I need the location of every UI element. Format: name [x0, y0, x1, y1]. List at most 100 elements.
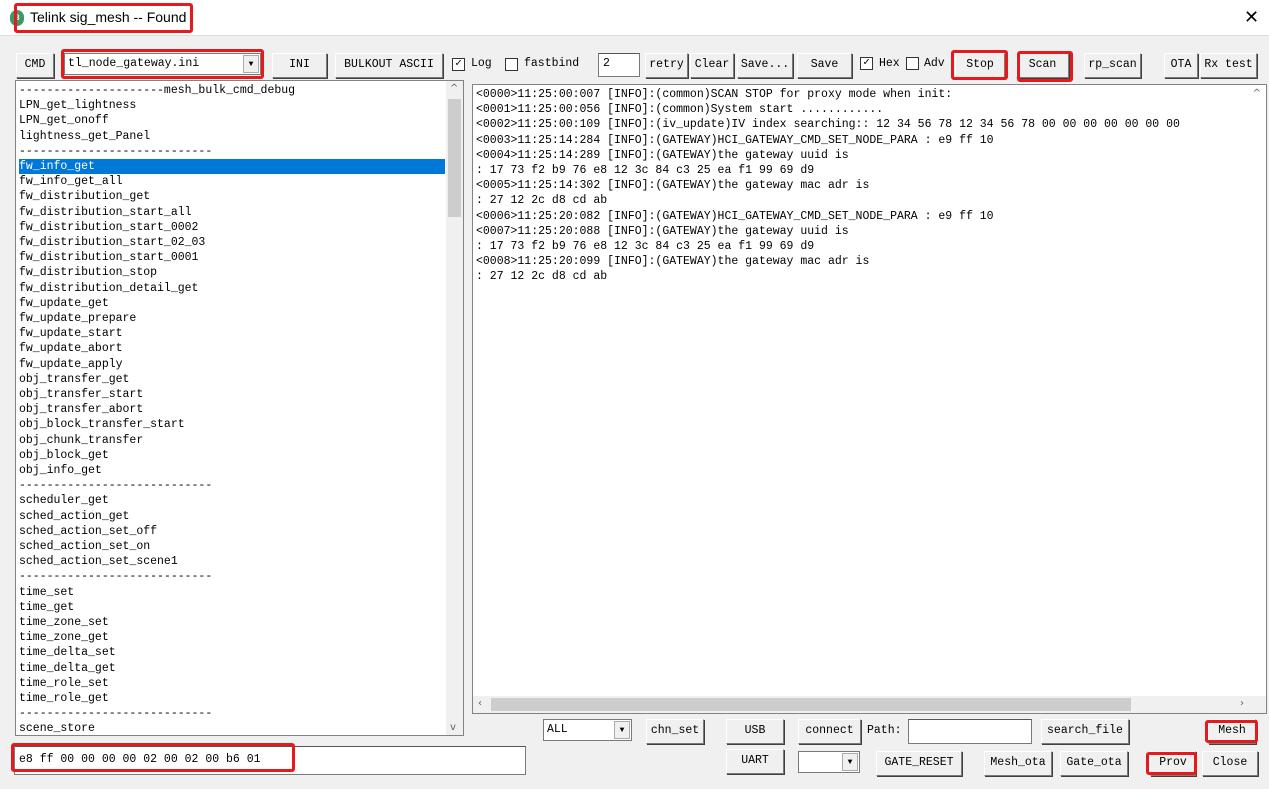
list-item[interactable]: time_delta_get: [19, 661, 445, 676]
mesh-ota-button[interactable]: Mesh_ota: [984, 751, 1052, 776]
log-line: <0004>11:25:14:289 [INFO]:(GATEWAY)the g…: [476, 148, 849, 162]
log-hscrollbar[interactable]: ‹ ›: [473, 696, 1266, 713]
mesh-button[interactable]: Mesh: [1208, 719, 1256, 744]
list-item[interactable]: fw_update_get: [19, 296, 445, 311]
log-output[interactable]: <0000>11:25:00:007 [INFO]:(common)SCAN S…: [472, 84, 1267, 714]
list-item[interactable]: ----------------------------: [19, 706, 445, 721]
list-item[interactable]: lightness_get_Panel: [19, 129, 445, 144]
cmd-button[interactable]: CMD: [16, 53, 54, 78]
list-item[interactable]: fw_distribution_start_02_03: [19, 235, 445, 250]
scroll-down-icon[interactable]: v: [450, 722, 456, 733]
log-checkbox[interactable]: ✓: [452, 58, 465, 71]
list-item[interactable]: fw_update_prepare: [19, 311, 445, 326]
prov-button[interactable]: Prov: [1150, 751, 1196, 776]
list-item[interactable]: sched_action_set_scene1: [19, 554, 445, 569]
rx-test-button[interactable]: Rx test: [1200, 53, 1257, 78]
list-item[interactable]: obj_transfer_start: [19, 387, 445, 402]
list-item[interactable]: fw_distribution_start_0001: [19, 250, 445, 265]
ota-button[interactable]: OTA: [1164, 53, 1198, 78]
list-item[interactable]: LPN_get_onoff: [19, 113, 445, 128]
ini-file-select[interactable]: tl_node_gateway.ini ▼: [64, 53, 261, 75]
bulkout-ascii-button[interactable]: BULKOUT ASCII: [335, 53, 443, 78]
command-input[interactable]: e8 ff 00 00 00 00 02 00 02 00 b6 01: [14, 746, 526, 775]
log-scroll-thumb[interactable]: [491, 698, 1131, 711]
path-input[interactable]: [908, 719, 1032, 744]
list-item[interactable]: obj_transfer_get: [19, 372, 445, 387]
retry-count-input[interactable]: 2: [598, 53, 640, 77]
app-icon: ʙ: [10, 10, 24, 26]
log-label: Log: [471, 57, 492, 70]
scroll-up-icon[interactable]: ^: [1253, 88, 1261, 99]
list-item[interactable]: time_role_set: [19, 676, 445, 691]
chevron-down-icon[interactable]: ▼: [243, 55, 259, 73]
save-button[interactable]: Save: [797, 53, 852, 78]
list-item[interactable]: fw_update_start: [19, 326, 445, 341]
list-item[interactable]: fw_distribution_start_0002: [19, 220, 445, 235]
retry-button[interactable]: retry: [645, 53, 688, 78]
chevron-down-icon[interactable]: ▼: [614, 721, 630, 739]
list-scroll-thumb[interactable]: [448, 99, 461, 217]
close-button[interactable]: Close: [1202, 751, 1258, 776]
list-item[interactable]: fw_update_apply: [19, 357, 445, 372]
list-item[interactable]: sched_action_set_on: [19, 539, 445, 554]
list-item[interactable]: fw_info_get_all: [19, 174, 445, 189]
list-item[interactable]: time_delta_set: [19, 645, 445, 660]
close-icon[interactable]: ✕: [1244, 7, 1259, 28]
list-item[interactable]: fw_distribution_start_all: [19, 205, 445, 220]
list-item[interactable]: fw_distribution_detail_get: [19, 281, 445, 296]
list-item[interactable]: obj_chunk_transfer: [19, 433, 445, 448]
scroll-right-icon[interactable]: ›: [1240, 698, 1244, 709]
list-item[interactable]: fw_update_abort: [19, 341, 445, 356]
ini-button[interactable]: INI: [272, 53, 327, 78]
uart-button[interactable]: UART: [726, 749, 784, 774]
usb-button[interactable]: USB: [726, 719, 784, 744]
list-item[interactable]: obj_block_get: [19, 448, 445, 463]
list-item[interactable]: obj_block_transfer_start: [19, 417, 445, 432]
list-item[interactable]: fw_info_get: [19, 159, 445, 174]
save-as-button[interactable]: Save...: [737, 53, 793, 78]
list-item[interactable]: sched_action_set_off: [19, 524, 445, 539]
chevron-down-icon[interactable]: ▼: [842, 753, 858, 771]
adv-checkbox[interactable]: [906, 57, 919, 70]
adv-label: Adv: [924, 57, 945, 70]
list-item[interactable]: obj_transfer_abort: [19, 402, 445, 417]
search-file-button[interactable]: search_file: [1041, 719, 1129, 744]
rp-scan-button[interactable]: rp_scan: [1084, 53, 1141, 78]
list-item[interactable]: ----------------------------: [19, 569, 445, 584]
list-item[interactable]: time_zone_get: [19, 630, 445, 645]
list-scrollbar[interactable]: ^ v: [446, 81, 463, 735]
port-select[interactable]: ▼: [798, 751, 860, 773]
list-item[interactable]: time_set: [19, 585, 445, 600]
list-item[interactable]: fw_distribution_stop: [19, 265, 445, 280]
list-item[interactable]: time_role_get: [19, 691, 445, 706]
command-list[interactable]: ---------------------mesh_bulk_cmd_debug…: [15, 80, 464, 736]
gate-reset-button[interactable]: GATE_RESET: [876, 751, 962, 776]
connect-button[interactable]: connect: [798, 719, 861, 744]
gate-ota-button[interactable]: Gate_ota: [1060, 751, 1128, 776]
list-item[interactable]: ----------------------------: [19, 144, 445, 159]
log-line: <0008>11:25:20:099 [INFO]:(GATEWAY)the g…: [476, 255, 870, 269]
list-item[interactable]: obj_info_get: [19, 463, 445, 478]
channel-select[interactable]: ALL ▼: [543, 719, 632, 741]
log-line: : 17 73 f2 b9 76 e8 12 3c 84 c3 25 ea f1…: [476, 164, 815, 177]
list-item[interactable]: LPN_get_lightness: [19, 98, 445, 113]
fastbind-checkbox[interactable]: [505, 58, 518, 71]
scroll-left-icon[interactable]: ‹: [478, 698, 482, 709]
list-item[interactable]: time_get: [19, 600, 445, 615]
hex-checkbox[interactable]: ✓: [860, 57, 873, 70]
list-item[interactable]: scene_store: [19, 721, 445, 736]
list-item[interactable]: time_zone_set: [19, 615, 445, 630]
list-item[interactable]: fw_distribution_get: [19, 189, 445, 204]
list-item[interactable]: sched_action_get: [19, 509, 445, 524]
scan-button[interactable]: Scan: [1016, 53, 1069, 78]
list-item[interactable]: ---------------------mesh_bulk_cmd_debug: [19, 83, 445, 98]
list-item[interactable]: scheduler_get: [19, 493, 445, 508]
stop-button[interactable]: Stop: [955, 53, 1005, 78]
clear-button[interactable]: Clear: [690, 53, 734, 78]
log-line: <0001>11:25:00:056 [INFO]:(common)System…: [476, 103, 884, 117]
log-line: <0006>11:25:20:082 [INFO]:(GATEWAY)HCI_G…: [476, 209, 994, 223]
list-item[interactable]: ----------------------------: [19, 478, 445, 493]
log-line: : 17 73 f2 b9 76 e8 12 3c 84 c3 25 ea f1…: [476, 240, 815, 253]
chn-set-button[interactable]: chn_set: [646, 719, 704, 744]
scroll-up-icon[interactable]: ^: [450, 83, 458, 94]
